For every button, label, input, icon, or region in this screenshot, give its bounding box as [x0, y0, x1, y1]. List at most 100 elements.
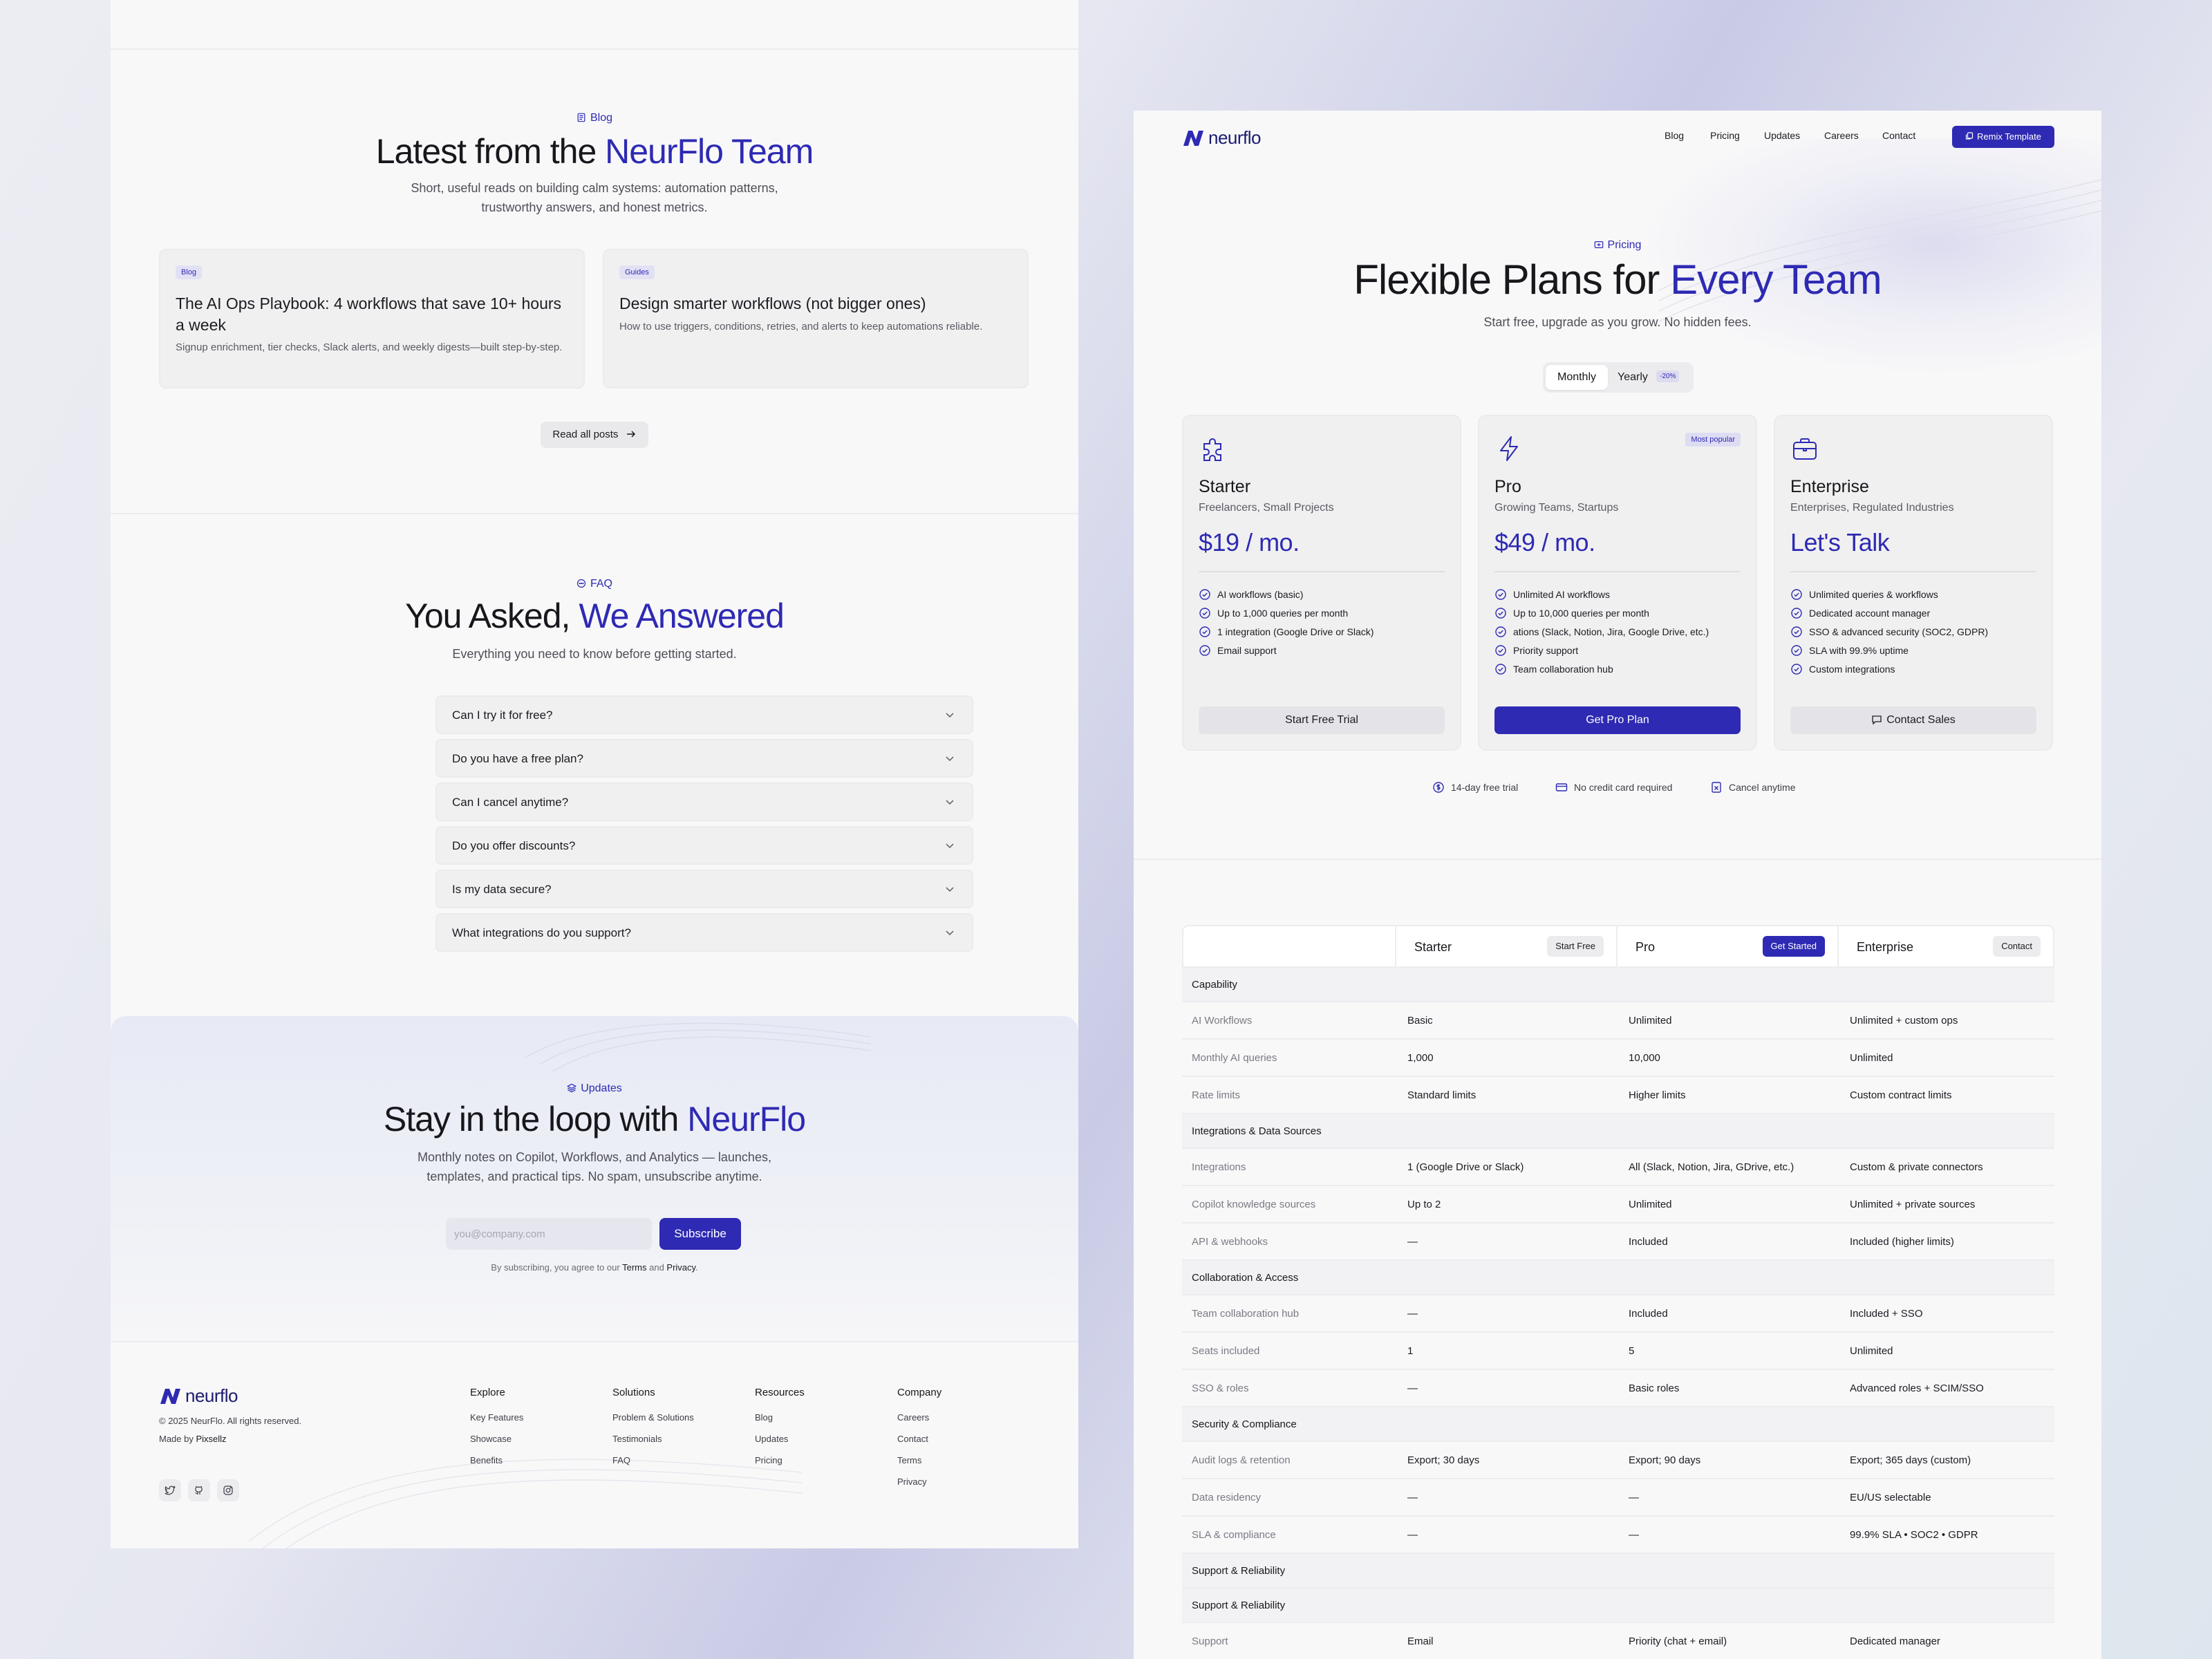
- footer-link[interactable]: Terms: [897, 1450, 941, 1471]
- chevron-down-icon: [946, 887, 954, 892]
- comparison-table: Starter Start Free Pro Get Started Enter…: [1182, 925, 2054, 1659]
- faq-item[interactable]: Do you offer discounts?: [435, 826, 973, 865]
- made-by-text: Made by Pixsellz: [159, 1434, 227, 1444]
- feature-value: Standard limits: [1407, 1089, 1477, 1101]
- plan-name: Enterprise: [1790, 477, 1869, 496]
- footer-link[interactable]: Privacy: [897, 1471, 941, 1492]
- column-title: Enterprise: [1857, 940, 1914, 954]
- puzzle-icon: [1203, 438, 1221, 461]
- plan-price: Let's Talk: [1790, 528, 1890, 556]
- billing-monthly-option[interactable]: Monthly: [1546, 365, 1608, 390]
- comparison-group-row: Security & Compliance: [1182, 1407, 2054, 1442]
- chevron-down-icon: [946, 930, 954, 936]
- divider: [1199, 571, 1445, 572]
- check-circle-icon: [1791, 626, 1802, 637]
- feature-value: —: [1629, 1529, 1639, 1541]
- privacy-link[interactable]: Privacy: [666, 1262, 695, 1273]
- check-circle-icon: [1791, 663, 1802, 675]
- footer-link[interactable]: Problem & Solutions: [612, 1407, 694, 1428]
- category-chip: Blog: [176, 265, 203, 279]
- footer-link[interactable]: Contact: [897, 1428, 941, 1450]
- divider: [1134, 859, 2101, 860]
- faq-question: Do you have a free plan?: [452, 752, 583, 765]
- feature-label: Data residency: [1192, 1492, 1262, 1503]
- start-free-trial-button[interactable]: Start Free Trial: [1199, 706, 1445, 734]
- pixsellz-link[interactable]: Pixsellz: [196, 1434, 226, 1444]
- chat-icon: [1872, 715, 1882, 725]
- contact-button[interactable]: Contact: [1993, 936, 2041, 957]
- faq-item[interactable]: Is my data secure?: [435, 870, 973, 908]
- footer-link[interactable]: FAQ: [612, 1450, 694, 1471]
- faq-title: You Asked, We Answered: [405, 597, 785, 635]
- nav-logo[interactable]: neurflo: [1182, 127, 1262, 149]
- blog-card[interactable]: Guides Design smarter workflows (not big…: [603, 249, 1029, 388]
- footer-link[interactable]: Updates: [755, 1428, 805, 1450]
- faq-item[interactable]: What integrations do you support?: [435, 913, 973, 952]
- faq-item[interactable]: Can I try it for free?: [435, 695, 973, 734]
- plan-feature: SSO & advanced security (SOC2, GDPR): [1790, 622, 2045, 641]
- briefcase-icon: [1793, 438, 1817, 460]
- footer-column-company: Company Careers Contact Terms Privacy: [897, 1387, 941, 1492]
- instagram-button[interactable]: [217, 1479, 239, 1501]
- check-circle-icon: [1199, 588, 1210, 600]
- comparison-group-row: Collaboration & Access: [1182, 1261, 2054, 1295]
- nav-link-blog[interactable]: Blog: [1665, 130, 1684, 141]
- plan-audience: Freelancers, Small Projects: [1199, 502, 1334, 514]
- subscribe-button[interactable]: Subscribe: [659, 1218, 741, 1250]
- plan-feature: Unlimited AI workflows: [1494, 585, 1749, 603]
- check-circle-icon: [1791, 644, 1802, 656]
- footer-link[interactable]: Blog: [755, 1407, 805, 1428]
- billing-yearly-option[interactable]: Yearly: [1618, 371, 1648, 384]
- terms-link[interactable]: Terms: [622, 1262, 646, 1273]
- footer-link[interactable]: Showcase: [470, 1428, 523, 1450]
- remix-template-button[interactable]: Remix Template: [1952, 126, 2054, 148]
- github-button[interactable]: [188, 1479, 210, 1501]
- comparison-row: Rate limits Standard limits Higher limits C…: [1182, 1077, 2054, 1114]
- blog-card[interactable]: Blog The AI Ops Playbook: 4 workflows th…: [159, 249, 585, 388]
- feature-value: Email: [1407, 1635, 1434, 1647]
- plan-price: $49 / mo.: [1494, 528, 1595, 556]
- comparison-row: SLA & compliance — — 99.9% SLA • SOC2 • GDP…: [1182, 1517, 2054, 1554]
- feature-value: 99.9% SLA • SOC2 • GDPR: [1850, 1529, 1978, 1541]
- footer-column-title: Explore: [470, 1387, 505, 1398]
- read-all-posts-button[interactable]: Read all posts: [541, 422, 648, 448]
- feature-value: —: [1407, 1236, 1418, 1248]
- nav-link-contact[interactable]: Contact: [1882, 130, 1915, 141]
- twitter-button[interactable]: [159, 1479, 181, 1501]
- feature-label: Monthly AI queries: [1192, 1052, 1277, 1064]
- newsletter-subtitle-line-2: templates, and practical tips. No spam, …: [427, 1170, 762, 1183]
- feature-value: —: [1629, 1492, 1639, 1503]
- nav-link-careers[interactable]: Careers: [1824, 130, 1859, 141]
- contact-sales-button[interactable]: Contact Sales: [1790, 706, 2036, 734]
- faq-item[interactable]: Can I cancel anytime?: [435, 782, 973, 821]
- trust-item: 14-day free trial: [1432, 781, 1518, 794]
- footer-logo[interactable]: neurflo: [159, 1385, 238, 1407]
- blog-card-description: Signup enrichment, tier checks, Slack al…: [176, 341, 563, 353]
- landing-left-panel: Blog Latest from the NeurFlo Team Short,…: [111, 0, 1078, 1548]
- footer-link[interactable]: Key Features: [470, 1407, 523, 1428]
- email-input[interactable]: [446, 1218, 652, 1250]
- start-free-button[interactable]: Start Free: [1547, 936, 1604, 957]
- group-label: Support & Reliability: [1192, 1600, 1286, 1611]
- get-started-button[interactable]: Get Started: [1762, 936, 1825, 957]
- footer-link[interactable]: Benefits: [470, 1450, 523, 1471]
- comparison-group-row: Support & Reliability: [1182, 1554, 2054, 1588]
- faq-item[interactable]: Do you have a free plan?: [435, 739, 973, 778]
- neurflo-logo-icon: [1183, 130, 1203, 146]
- feature-value: All (Slack, Notion, Jira, GDrive, etc.): [1629, 1161, 1794, 1173]
- footer-link[interactable]: Careers: [897, 1407, 941, 1428]
- check-circle-icon: [1495, 644, 1506, 656]
- get-pro-plan-button[interactable]: Get Pro Plan: [1494, 706, 1741, 734]
- footer-link[interactable]: Pricing: [755, 1450, 805, 1471]
- check-circle-icon: [1791, 588, 1802, 600]
- faq-question: Do you offer discounts?: [452, 839, 576, 852]
- check-circle-icon: [1495, 588, 1506, 600]
- nav-link-updates[interactable]: Updates: [1764, 130, 1800, 141]
- decorative-wave: [249, 1459, 802, 1548]
- faq-question: Can I try it for free?: [452, 709, 553, 722]
- nav-link-pricing[interactable]: Pricing: [1710, 130, 1740, 141]
- footer-link[interactable]: Testimonials: [612, 1428, 694, 1450]
- check-circle-icon: [1495, 663, 1506, 675]
- footer-column-explore: Explore Key Features Showcase Benefits: [470, 1387, 523, 1471]
- group-label: Capability: [1192, 979, 1237, 991]
